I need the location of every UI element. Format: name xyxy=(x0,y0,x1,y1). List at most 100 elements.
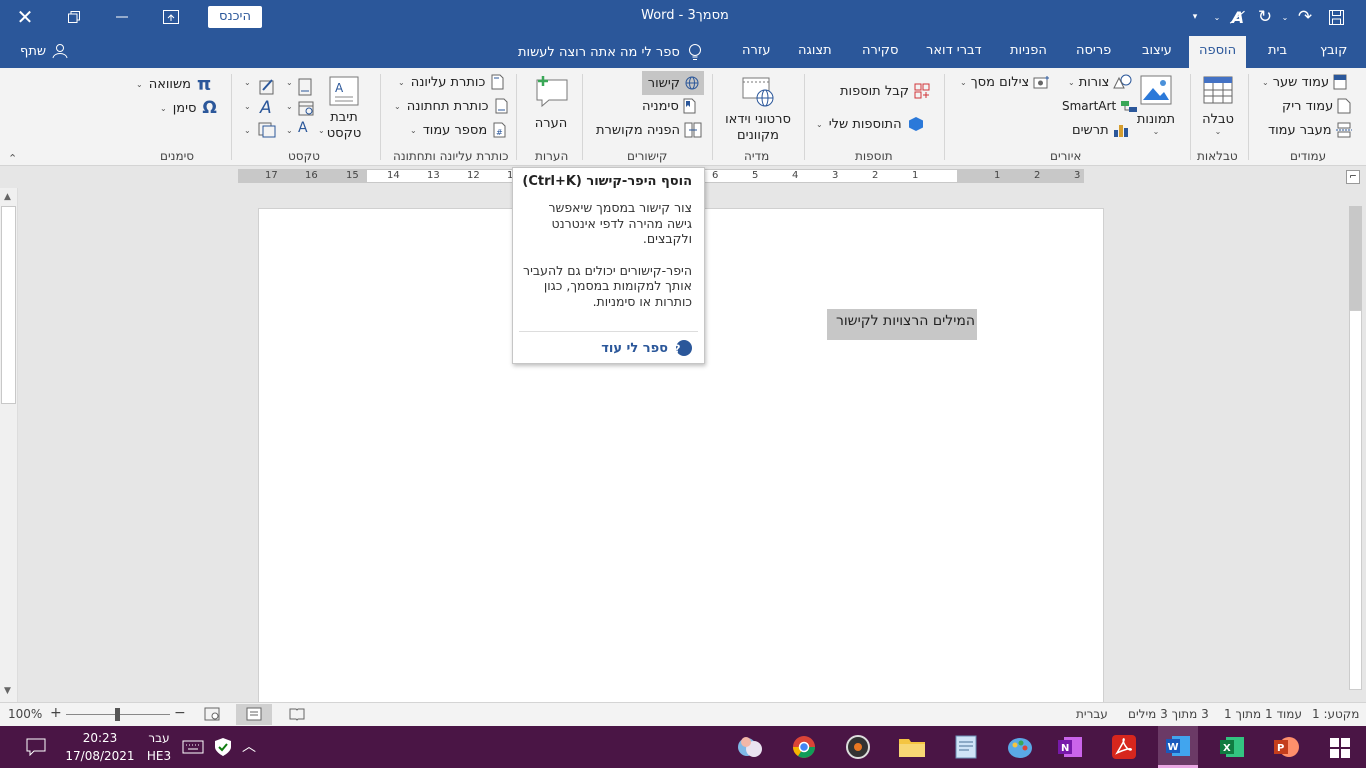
tab-mailings[interactable]: דברי דואר xyxy=(926,43,982,58)
shapes-button[interactable]: ⌄ צורות xyxy=(1068,74,1133,90)
zoom-in-button[interactable]: + xyxy=(50,705,62,721)
comment-button[interactable]: הערה xyxy=(528,74,574,131)
cross-reference-button[interactable]: הפניה מקושרת xyxy=(596,122,702,138)
signature-line-icon[interactable] xyxy=(298,78,312,96)
header-button[interactable]: ⌄ כותרת עליונה xyxy=(398,74,504,90)
taskbar-app-onenote[interactable]: N xyxy=(1052,730,1088,764)
tab-references[interactable]: הפניות xyxy=(1010,43,1047,58)
page-break-button[interactable]: מעבר עמוד xyxy=(1268,122,1352,138)
taskbar-app-paint[interactable] xyxy=(1002,730,1038,764)
zoom-slider-thumb[interactable] xyxy=(115,708,120,721)
repeat-icon[interactable]: ↻ xyxy=(1254,0,1276,34)
hyperlink-tooltip: הוסף היפר-קישור (Ctrl+K) צור קישור במסמך… xyxy=(512,167,705,364)
drop-cap-icon[interactable]: A xyxy=(298,120,308,136)
taskbar-app-notepad[interactable] xyxy=(948,730,984,764)
tab-file[interactable]: קובץ xyxy=(1320,43,1347,58)
tab-help[interactable]: עזרה xyxy=(742,43,770,58)
scroll-down-icon[interactable]: ▼ xyxy=(4,686,11,696)
language-switcher[interactable]: עבר HE3 xyxy=(144,729,174,765)
chevron-down-icon: ⌄ xyxy=(160,103,167,113)
ruler-number: 6 xyxy=(712,170,719,181)
restore-icon[interactable] xyxy=(58,0,90,34)
tab-insert[interactable]: הוספה xyxy=(1189,36,1247,68)
tab-selector-icon[interactable]: ⌐ xyxy=(1346,170,1360,184)
equation-button[interactable]: ⌄ משוואה π xyxy=(136,74,211,95)
keyboard-icon[interactable] xyxy=(182,740,204,754)
footer-button[interactable]: ⌄ כותרת תחתונה xyxy=(394,98,508,114)
zoom-level[interactable]: 100% xyxy=(8,707,42,721)
wordart-icon[interactable]: A xyxy=(260,98,272,118)
tab-review[interactable]: סקירה xyxy=(862,43,898,58)
sign-in-button[interactable]: היכנס xyxy=(208,6,262,28)
text-small-buttons: ⌄ ⌄ ⌄ A ⌄ ⌄ ⌄ A xyxy=(244,74,314,144)
ruler-number: 4 xyxy=(792,170,799,181)
taskbar-app-word[interactable]: W xyxy=(1158,726,1198,768)
ribbon-display-icon[interactable] xyxy=(154,0,188,34)
scroll-up-icon[interactable]: ▲ xyxy=(4,192,11,202)
taskbar-app-powerpoint[interactable]: P xyxy=(1268,730,1304,764)
object-icon[interactable] xyxy=(258,122,276,138)
get-addins-button[interactable]: קבל תוספות xyxy=(840,82,931,100)
minimize-icon[interactable] xyxy=(106,0,138,34)
taskbar-app-excel[interactable]: X xyxy=(1214,730,1250,764)
smartart-label: SmartArt xyxy=(1062,99,1117,113)
clock-time: 20:23 xyxy=(82,731,118,745)
taskbar-app-explorer[interactable] xyxy=(894,730,930,764)
undo-dropdown-icon[interactable]: ⌄ xyxy=(1278,0,1292,34)
my-addins-button[interactable]: ⌄ התוספות שלי xyxy=(816,116,924,132)
smartart-button[interactable]: SmartArt xyxy=(1062,98,1138,114)
language-indicator[interactable]: עברית xyxy=(1076,707,1108,721)
footer-icon xyxy=(495,98,507,114)
tab-design[interactable]: עיצוב xyxy=(1142,43,1172,58)
taskbar-app-weather[interactable] xyxy=(732,730,768,764)
blank-page-button[interactable]: עמוד ריק xyxy=(1282,98,1351,114)
group-divider xyxy=(516,74,517,160)
read-mode-icon[interactable] xyxy=(289,707,305,721)
close-icon[interactable]: ✕ xyxy=(8,0,42,34)
clock[interactable]: 20:23 17/08/2021 xyxy=(60,729,140,765)
print-layout-button[interactable] xyxy=(236,704,272,725)
taskbar-app-acrobat[interactable] xyxy=(1106,730,1142,764)
section-indicator[interactable]: מקטע: 1 xyxy=(1312,707,1359,721)
pictures-button[interactable]: תמונות ⌄ xyxy=(1134,74,1178,137)
svg-text:A: A xyxy=(335,81,344,95)
chevron-up-icon[interactable]: ︿ xyxy=(242,736,256,756)
tooltip-title: הוסף היפר-קישור (Ctrl+K) xyxy=(522,174,692,189)
cover-page-button[interactable]: ⌄ עמוד שער xyxy=(1262,74,1347,90)
screenshot-button[interactable]: ⌄ צילום מסך xyxy=(960,74,1051,90)
table-button[interactable]: טבלה ⌄ xyxy=(1196,74,1240,137)
textbox-button[interactable]: A תיבת טקסט xyxy=(318,76,370,142)
online-video-button[interactable]: סרטוני וידאו מקוונים xyxy=(722,74,794,144)
defender-shield-icon[interactable] xyxy=(214,737,232,757)
tell-me-box[interactable]: ספר לי מה אתה רוצה לעשות xyxy=(518,43,702,61)
link-button[interactable]: קישור xyxy=(642,71,704,95)
spelling-icon[interactable]: A̸ xyxy=(1226,0,1250,34)
tab-view[interactable]: תצוגה xyxy=(798,43,832,58)
page-count[interactable]: עמוד 1 מתוך 1 xyxy=(1224,707,1302,721)
page-number-button[interactable]: ⌄ מספר עמוד # xyxy=(410,122,506,138)
tell-me-more-link[interactable]: ? ספר לי עוד xyxy=(601,340,692,356)
zoom-out-button[interactable]: − xyxy=(174,705,186,721)
symbol-button[interactable]: ⌄ סימן Ω xyxy=(160,98,217,118)
collapse-ribbon-icon[interactable]: ⌃ xyxy=(8,152,17,165)
qat-dropdown-icon[interactable]: ⌄ xyxy=(1210,0,1224,34)
chart-button[interactable]: תרשים xyxy=(1072,122,1129,138)
windows-start-icon[interactable] xyxy=(1330,738,1350,758)
qat-customize-icon[interactable]: ▾ xyxy=(1186,0,1204,34)
web-layout-icon[interactable] xyxy=(204,707,220,721)
tab-home[interactable]: בית xyxy=(1268,43,1287,58)
date-time-icon[interactable] xyxy=(298,100,314,116)
word-count[interactable]: 3 מתוך 3 מילים xyxy=(1128,707,1209,721)
vertical-scrollbar-left[interactable]: ▲ ▼ xyxy=(0,188,18,702)
undo-icon[interactable]: ↷ xyxy=(1294,0,1316,34)
bookmark-button[interactable]: סימניה xyxy=(642,98,697,114)
selected-text[interactable]: המילים הרצויות לקישור xyxy=(827,309,977,340)
taskbar-app-media[interactable] xyxy=(840,730,876,764)
notifications-icon[interactable] xyxy=(26,738,46,756)
share-button[interactable]: שתף xyxy=(20,34,68,68)
scroll-thumb[interactable] xyxy=(1,206,16,404)
tab-layout[interactable]: פריסה xyxy=(1076,43,1111,58)
save-icon[interactable] xyxy=(1324,0,1348,34)
taskbar-app-chrome[interactable] xyxy=(786,730,822,764)
quick-parts-icon[interactable] xyxy=(258,78,276,96)
